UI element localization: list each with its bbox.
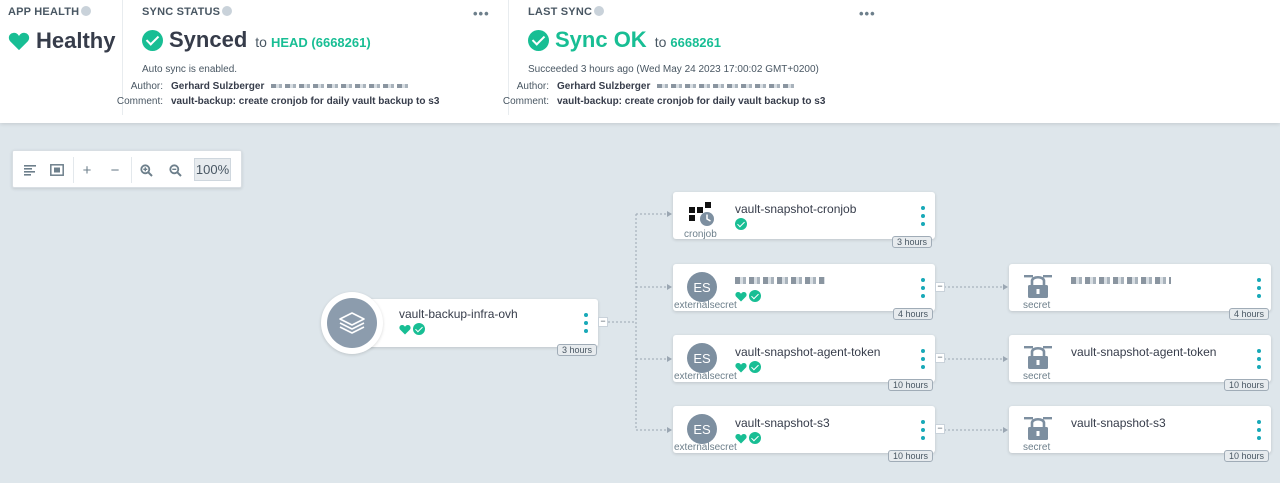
node-menu-icon[interactable] (920, 206, 926, 226)
secret1-age-badge: 4 hours (1229, 308, 1270, 320)
synced-check-icon (413, 323, 425, 335)
es3-age-badge: 10 hours (888, 450, 934, 462)
es1-age-badge: 4 hours (893, 308, 934, 320)
secret2-kind: secret (1023, 371, 1051, 382)
lock-icon (1024, 346, 1052, 369)
app-collapse-button[interactable]: − (598, 317, 608, 327)
externalsecret-icon: ES (687, 272, 717, 302)
secret3-kind: secret (1023, 442, 1051, 453)
heart-icon (399, 324, 411, 334)
app-node-name: vault-backup-infra-ovh (399, 307, 518, 321)
cronjob-icon (689, 202, 714, 226)
node-menu-icon[interactable] (920, 278, 926, 298)
es3-kind: externalsecret (674, 442, 737, 453)
node-menu-icon[interactable] (1256, 278, 1262, 298)
cronjob-node[interactable]: cronjob vault-snapshot-cronjob (673, 192, 935, 240)
application-icon (321, 292, 383, 354)
es2-name: vault-snapshot-agent-token (735, 345, 881, 359)
secret2-name: vault-snapshot-agent-token (1071, 345, 1217, 359)
es1-collapse-button[interactable]: − (935, 282, 945, 292)
externalsecret-icon: ES (687, 414, 717, 444)
es1-name-redacted (735, 273, 825, 287)
secret2-age-badge: 10 hours (1224, 379, 1270, 391)
app-node[interactable]: vault-backup-infra-ovh (348, 299, 598, 347)
secret3-age-badge: 10 hours (1224, 450, 1270, 462)
externalsecret-node-1[interactable]: ES externalsecret (673, 264, 935, 311)
es3-name: vault-snapshot-s3 (735, 416, 830, 430)
es3-collapse-button[interactable]: − (935, 424, 945, 434)
node-menu-icon[interactable] (1256, 420, 1262, 440)
lock-icon (1024, 275, 1052, 298)
es2-kind: externalsecret (674, 371, 737, 382)
secret-node-2[interactable]: secret vault-snapshot-agent-token (1009, 335, 1271, 382)
synced-check-icon (749, 290, 761, 302)
secret1-name-redacted (1071, 273, 1171, 287)
externalsecret-node-3[interactable]: ES externalsecret vault-snapshot-s3 (673, 406, 935, 453)
cronjob-name: vault-snapshot-cronjob (735, 202, 857, 216)
lock-icon (1024, 417, 1052, 440)
secret1-kind: secret (1023, 300, 1051, 311)
node-menu-icon[interactable] (1256, 349, 1262, 369)
es1-kind: externalsecret (674, 300, 737, 311)
synced-check-icon (749, 432, 761, 444)
cronjob-kind: cronjob (684, 229, 717, 240)
heart-icon (735, 291, 747, 301)
secret-node-3[interactable]: secret vault-snapshot-s3 (1009, 406, 1271, 453)
secret3-name: vault-snapshot-s3 (1071, 416, 1166, 430)
heart-icon (735, 362, 747, 372)
app-age-badge: 3 hours (557, 344, 598, 356)
synced-check-icon (749, 361, 761, 373)
es2-age-badge: 10 hours (888, 379, 934, 391)
es2-collapse-button[interactable]: − (935, 353, 945, 363)
synced-check-icon (735, 218, 747, 230)
heart-icon (735, 433, 747, 443)
node-menu-icon[interactable] (920, 420, 926, 440)
cronjob-age-badge: 3 hours (892, 236, 933, 248)
node-menu-icon[interactable] (920, 349, 926, 369)
secret-node-1[interactable]: secret (1009, 264, 1271, 311)
externalsecret-node-2[interactable]: ES externalsecret vault-snapshot-agent-t… (673, 335, 935, 382)
node-menu-icon[interactable] (583, 313, 589, 333)
externalsecret-icon: ES (687, 343, 717, 373)
